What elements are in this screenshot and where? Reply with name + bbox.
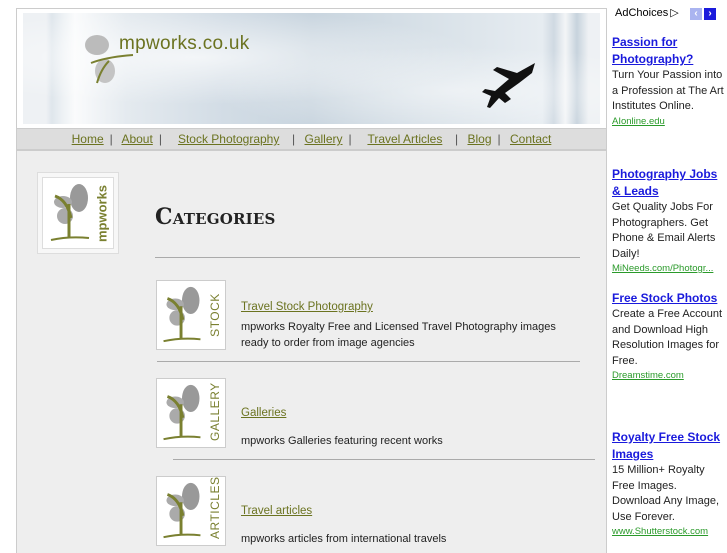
header-banner: mpworks.co.uk <box>17 9 606 129</box>
ad-column: AdChoices ▷ ‹ › Passion for Photography? … <box>612 6 724 537</box>
gallery-thumbnail[interactable]: GALLERY <box>156 378 226 448</box>
category-link[interactable]: Galleries <box>241 407 286 419</box>
nav-about[interactable]: About <box>121 132 152 146</box>
page-title: Categories <box>155 204 276 230</box>
thumbnail-label: STOCK <box>208 293 222 337</box>
main-nav: Home | About | Stock Photography | Gallery… <box>17 129 606 151</box>
nav-gallery[interactable]: Gallery <box>305 132 343 146</box>
side-logo-text: mpworks <box>94 184 110 243</box>
prev-ad-icon[interactable]: ‹ <box>690 8 702 20</box>
airplane-icon <box>482 63 535 108</box>
tree-logo-icon <box>50 184 90 241</box>
ad-url[interactable]: MiNeeds.com/Photogr... <box>612 262 724 276</box>
category-articles: ARTICLES Travel articles mpworks article… <box>156 476 581 548</box>
nav-separator: | <box>158 132 169 146</box>
ad-description: Create a Free Account and Download High … <box>612 308 723 367</box>
ad-description: Turn Your Passion into a Profession at T… <box>612 69 724 112</box>
nav-separator: | <box>109 132 113 146</box>
ad-item: Royalty Free Stock Images 15 Million+ Ro… <box>612 429 724 539</box>
nav-separator: | <box>497 132 501 146</box>
ad-title[interactable]: Royalty Free Stock Images <box>612 429 724 463</box>
category-gallery: GALLERY Galleries mpworks Galleries feat… <box>156 378 581 450</box>
ad-description: 15 Million+ Royalty Free Images. Downloa… <box>612 464 720 523</box>
articles-thumbnail[interactable]: ARTICLES <box>156 476 226 546</box>
ad-url[interactable]: Dreamstime.com <box>612 369 724 383</box>
category-stock: STOCK Travel Stock Photography mpworks R… <box>156 280 581 352</box>
divider <box>155 257 580 258</box>
nav-home[interactable]: Home <box>72 132 104 146</box>
tree-logo-icon <box>163 384 201 441</box>
ad-item: Free Stock Photos Create a Free Account … <box>612 290 724 383</box>
category-description: mpworks Galleries featuring recent works <box>241 435 443 447</box>
ad-item: Passion for Photography? Turn Your Passi… <box>612 34 724 129</box>
category-description: mpworks Royalty Free and Licensed Travel… <box>241 321 556 349</box>
nav-travel-articles[interactable]: Travel Articles <box>367 132 442 146</box>
ad-item: Photography Jobs & Leads Get Quality Job… <box>612 166 724 276</box>
nav-separator: | <box>448 132 459 146</box>
category-link[interactable]: Travel Stock Photography <box>241 301 373 313</box>
category-link[interactable]: Travel articles <box>241 505 312 517</box>
stock-thumbnail[interactable]: STOCK <box>156 280 226 350</box>
side-logo: mpworks <box>37 172 119 254</box>
thumbnail-label: GALLERY <box>208 382 222 441</box>
ad-title[interactable]: Photography Jobs & Leads <box>612 166 724 200</box>
tree-logo-icon <box>163 286 201 343</box>
tree-logo-icon <box>163 482 201 539</box>
nav-separator: | <box>285 132 296 146</box>
adchoices-icon: ▷ <box>670 7 679 19</box>
nav-blog[interactable]: Blog <box>467 132 491 146</box>
nav-separator: | <box>348 132 359 146</box>
adchoices-button[interactable]: AdChoices ▷ ‹ › <box>612 6 724 22</box>
ad-title[interactable]: Passion for Photography? <box>612 34 724 68</box>
site-logo-text[interactable]: mpworks.co.uk <box>119 33 250 55</box>
divider <box>157 361 580 362</box>
divider <box>173 459 595 460</box>
nav-contact[interactable]: Contact <box>510 132 551 146</box>
ad-title[interactable]: Free Stock Photos <box>612 290 724 307</box>
ad-url[interactable]: AIonline.edu <box>612 115 724 129</box>
next-ad-icon[interactable]: › <box>704 8 716 20</box>
thumbnail-label: ARTICLES <box>208 476 222 539</box>
ad-description: Get Quality Jobs For Photographers. Get … <box>612 201 716 260</box>
nav-stock-photography[interactable]: Stock Photography <box>178 132 279 146</box>
ad-url[interactable]: www.Shutterstock.com <box>612 525 724 539</box>
adchoices-label: AdChoices <box>615 7 669 19</box>
